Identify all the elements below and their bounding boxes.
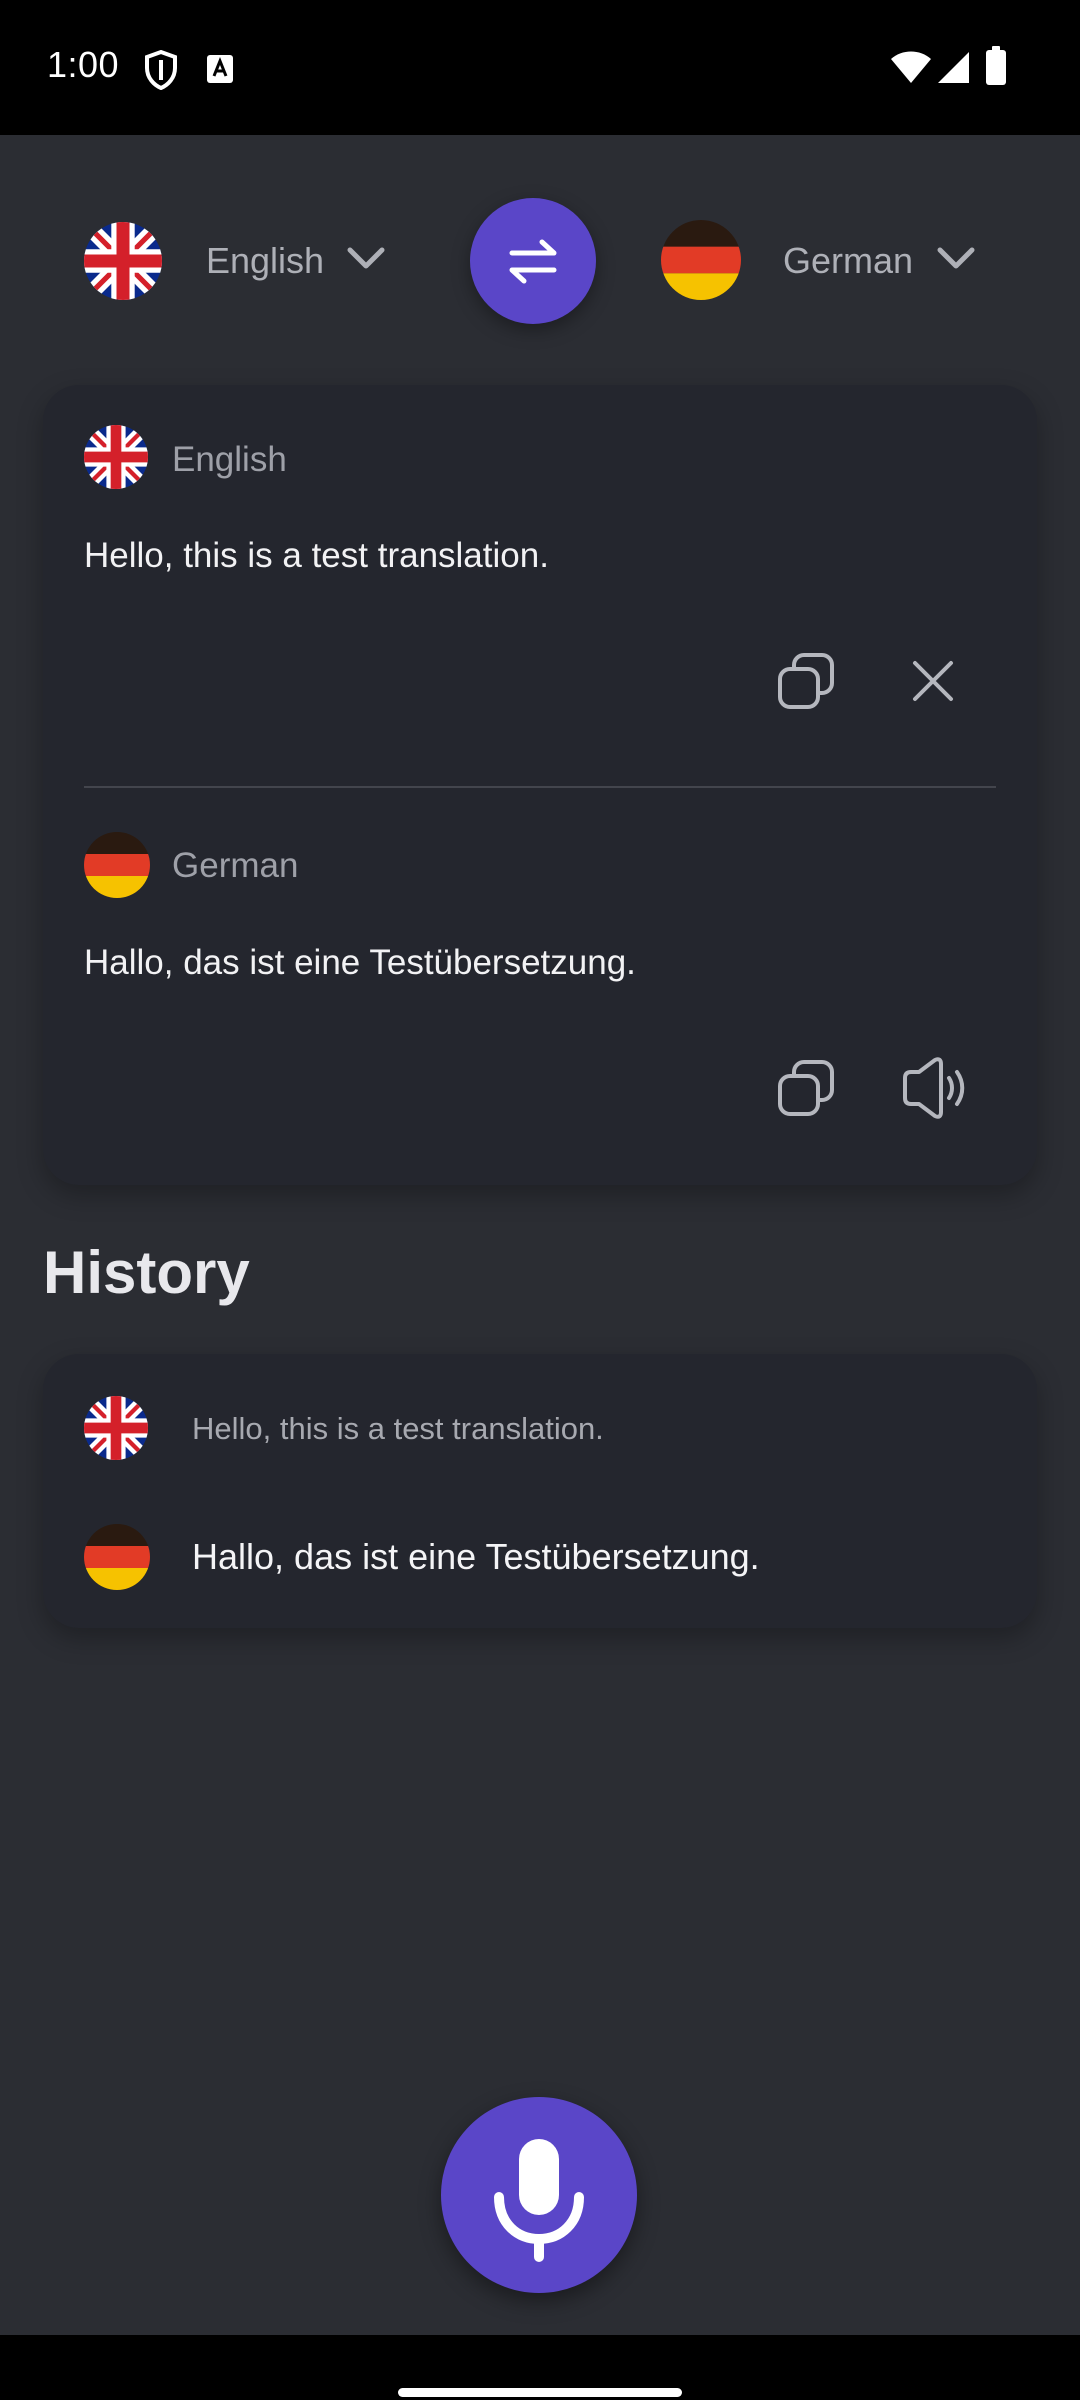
chevron-down-icon[interactable] [936,244,976,274]
wifi-icon [891,51,931,83]
target-language-selector[interactable]: German [783,243,913,279]
history-item[interactable] [43,1354,1037,1628]
history-title: History [43,1239,250,1306]
microphone-button[interactable] [441,2097,637,2293]
home-indicator[interactable] [398,2388,682,2397]
target-language-label: German [172,846,299,885]
target-flag-icon [84,1524,150,1590]
translated-text: Hallo, das ist eine Testübersetzung. [84,943,636,982]
copy-icon[interactable] [766,1048,846,1128]
target-flag-icon[interactable] [661,220,741,300]
status-bar: 1:00 [0,0,1080,135]
shield-icon [145,50,177,90]
status-time: 1:00 [47,44,120,85]
microphone-icon [494,2139,584,2262]
close-icon[interactable] [893,641,973,721]
divider [84,786,996,788]
target-flag-icon [84,832,150,898]
swap-arrows-icon [509,239,557,284]
swap-languages-button[interactable] [470,198,596,324]
speaker-icon[interactable] [893,1048,973,1128]
source-flag-icon [84,425,148,489]
battery-icon [986,46,1006,85]
copy-icon[interactable] [766,641,846,721]
source-flag-icon[interactable] [84,222,162,300]
history-target-text: Hallo, das ist eine Testübersetzung. [192,1536,760,1577]
source-flag-icon [84,1396,148,1460]
keyboard-a-icon [207,55,233,83]
signal-icon [938,52,969,83]
translation-card [43,385,1037,1185]
source-language-label: English [172,440,287,479]
history-source-text: Hello, this is a test translation. [192,1411,604,1446]
chevron-down-icon[interactable] [346,244,386,274]
source-language-selector[interactable]: English [206,243,324,279]
source-text[interactable]: Hello, this is a test translation. [84,536,549,576]
